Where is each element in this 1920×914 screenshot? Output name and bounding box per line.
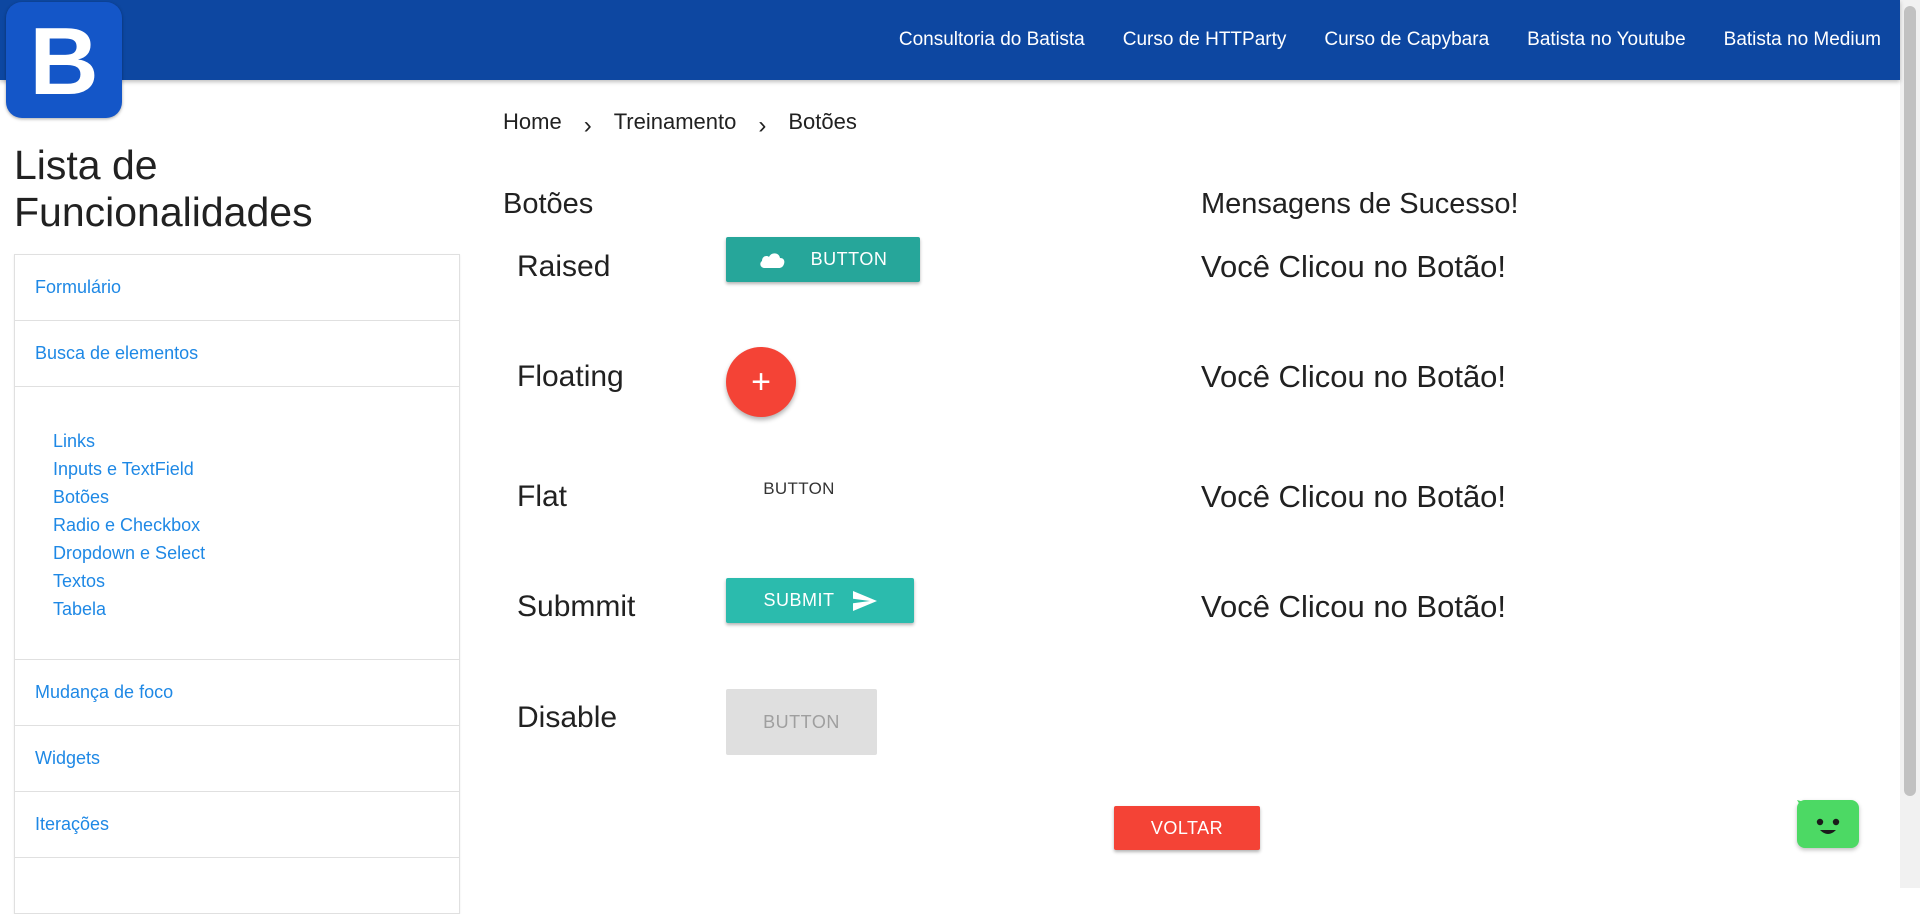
messages-title: Mensagens de Sucesso!	[1201, 188, 1519, 220]
submit-button-label: SUBMIT	[763, 590, 835, 610]
disabled-button-label: BUTTON	[763, 711, 840, 732]
sidebar-item-busca-de-elementos[interactable]: Busca de elementos	[15, 321, 459, 387]
submenu-item-dropdown-select[interactable]: Dropdown e Select	[53, 539, 459, 567]
smiley-bot-icon	[1797, 800, 1840, 834]
nav-link-youtube[interactable]: Batista no Youtube	[1527, 29, 1685, 51]
submenu-item-textos[interactable]: Textos	[53, 567, 459, 595]
page-title: Botões	[503, 188, 594, 220]
breadcrumb-treinamento[interactable]: Treinamento	[614, 109, 737, 135]
submenu-item-links[interactable]: Links	[53, 427, 459, 455]
sidebar-submenu: Links Inputs e TextField Botões Radio e …	[15, 387, 459, 660]
submenu-item-botoes[interactable]: Botões	[53, 483, 459, 511]
breadcrumb-home[interactable]: Home	[503, 109, 562, 135]
chat-widget-button[interactable]	[1797, 800, 1859, 848]
sidebar-item-formulario[interactable]: Formulário	[15, 255, 459, 321]
sidebar-menu: Formulário Busca de elementos Links Inpu…	[14, 254, 460, 914]
nav-link-medium[interactable]: Batista no Medium	[1724, 29, 1881, 51]
raised-button[interactable]: BUTTON	[726, 237, 920, 282]
success-message: Você Clicou no Botão!	[1201, 479, 1507, 514]
label-submit: Submmit	[517, 590, 636, 623]
top-navbar: Consultoria do Batista Curso de HTTParty…	[0, 0, 1900, 80]
nav-link-capybara[interactable]: Curso de Capybara	[1324, 29, 1489, 51]
flat-button[interactable]: BUTTON	[740, 472, 858, 506]
sidebar-item-iteracoes[interactable]: Iterações	[15, 792, 459, 858]
sidebar-item-mudanca-de-foco[interactable]: Mudança de foco	[15, 660, 459, 726]
submenu-item-inputs[interactable]: Inputs e TextField	[53, 455, 459, 483]
success-message: Você Clicou no Botão!	[1201, 249, 1507, 284]
submit-button[interactable]: SUBMIT	[726, 578, 914, 623]
cloud-icon	[759, 252, 785, 268]
label-disable: Disable	[517, 701, 618, 734]
nav-link-consultoria[interactable]: Consultoria do Batista	[899, 29, 1085, 51]
success-message: Você Clicou no Botão!	[1201, 359, 1507, 394]
nav-link-httparty[interactable]: Curso de HTTParty	[1123, 29, 1287, 51]
plus-icon: +	[751, 363, 771, 401]
logo-letter: B	[29, 8, 99, 115]
top-nav-links: Consultoria do Batista Curso de HTTParty…	[899, 0, 1881, 80]
back-button[interactable]: VOLTAR	[1114, 806, 1260, 850]
submenu-item-tabela[interactable]: Tabela	[53, 595, 459, 623]
page-scrollbar[interactable]	[1900, 0, 1920, 888]
send-icon	[852, 590, 877, 611]
disabled-button: BUTTON	[726, 689, 877, 755]
sidebar-title: Lista de Funcionalidades	[14, 142, 313, 235]
success-message: Você Clicou no Botão!	[1201, 589, 1507, 624]
chevron-right-icon: ›	[758, 112, 767, 139]
scrollbar-thumb[interactable]	[1904, 6, 1916, 796]
flat-button-label: BUTTON	[763, 479, 835, 498]
label-flat: Flat	[517, 480, 568, 513]
floating-button[interactable]: +	[726, 347, 796, 417]
breadcrumb-botoes[interactable]: Botões	[788, 109, 857, 135]
chevron-right-icon: ›	[583, 112, 592, 139]
sidebar-item-widgets[interactable]: Widgets	[15, 726, 459, 792]
submenu-item-radio-checkbox[interactable]: Radio e Checkbox	[53, 511, 459, 539]
back-button-label: VOLTAR	[1150, 817, 1224, 838]
label-raised: Raised	[517, 250, 611, 283]
breadcrumb: Home › Treinamento › Botões	[503, 106, 857, 139]
label-floating: Floating	[517, 360, 624, 393]
raised-button-label: BUTTON	[810, 249, 888, 269]
site-logo[interactable]: B	[6, 2, 122, 118]
